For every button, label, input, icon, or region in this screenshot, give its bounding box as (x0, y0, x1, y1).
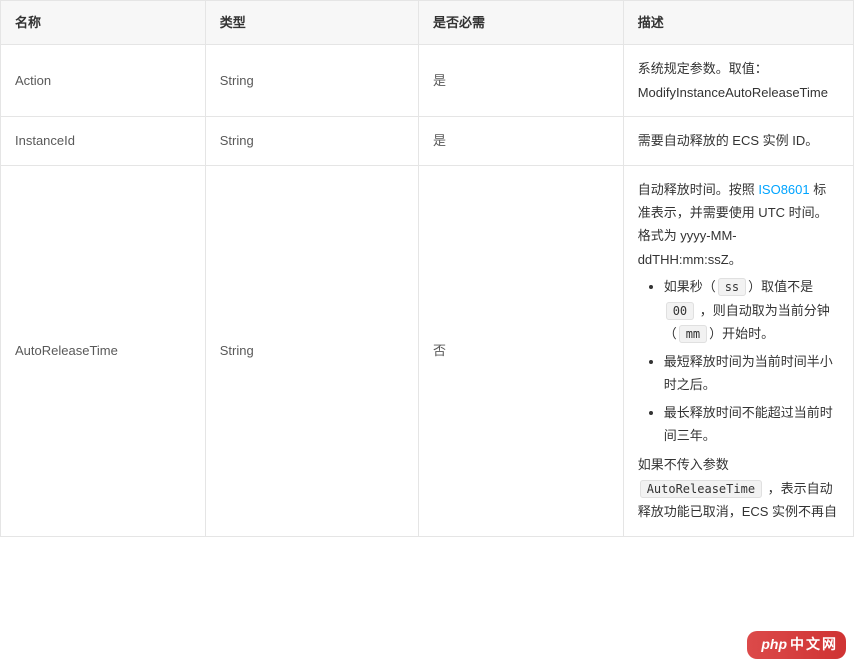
header-description: 描述 (623, 1, 853, 45)
desc-tail: 如果不传入参数 AutoReleaseTime ，表示自动释放功能已取消，ECS… (638, 453, 839, 523)
cell-name: InstanceId (1, 117, 206, 165)
table-row: InstanceId String 是 需要自动释放的 ECS 实例 ID。 (1, 117, 854, 165)
cell-description: 需要自动释放的 ECS 实例 ID。 (623, 117, 853, 165)
cell-name: Action (1, 45, 206, 117)
code-snippet: 00 (666, 302, 694, 320)
table-header-row: 名称 类型 是否必需 描述 (1, 1, 854, 45)
desc-text: ）取值不是 (748, 279, 813, 294)
header-name: 名称 (1, 1, 206, 45)
cell-description: 系统规定参数。取值：ModifyInstanceAutoReleaseTime (623, 45, 853, 117)
desc-text: ）开始时。 (709, 326, 774, 341)
cell-description: 自动释放时间。按照 ISO8601 标准表示，并需要使用 UTC 时间。格式为 … (623, 165, 853, 536)
cell-required: 是 (418, 45, 623, 117)
desc-bullet-list: 如果秒（ss）取值不是 00 ，则自动取为当前分钟（mm）开始时。 最短释放时间… (638, 275, 839, 447)
cell-type: String (205, 117, 418, 165)
list-item: 最长释放时间不能超过当前时间三年。 (664, 401, 839, 448)
site-watermark: php中文网 (747, 631, 846, 659)
table-row: Action String 是 系统规定参数。取值：ModifyInstance… (1, 45, 854, 117)
cell-required: 是 (418, 117, 623, 165)
table-row: AutoReleaseTime String 否 自动释放时间。按照 ISO86… (1, 165, 854, 536)
cell-name: AutoReleaseTime (1, 165, 206, 536)
code-snippet: AutoReleaseTime (640, 480, 762, 498)
code-snippet: ss (718, 278, 746, 296)
desc-text: 如果不传入参数 (638, 457, 729, 472)
header-type: 类型 (205, 1, 418, 45)
watermark-prefix: php (761, 636, 787, 652)
cell-type: String (205, 45, 418, 117)
code-snippet: mm (679, 325, 707, 343)
desc-text: 自动释放时间。按照 (638, 182, 759, 197)
cell-type: String (205, 165, 418, 536)
list-item: 如果秒（ss）取值不是 00 ，则自动取为当前分钟（mm）开始时。 (664, 275, 839, 346)
iso8601-link[interactable]: ISO8601 (758, 182, 809, 197)
parameters-table: 名称 类型 是否必需 描述 Action String 是 系统规定参数。取值：… (0, 0, 854, 537)
watermark-text: 中文网 (790, 636, 838, 652)
list-item: 最短释放时间为当前时间半小时之后。 (664, 350, 839, 397)
header-required: 是否必需 (418, 1, 623, 45)
desc-text: 如果秒（ (664, 279, 716, 294)
cell-required: 否 (418, 165, 623, 536)
